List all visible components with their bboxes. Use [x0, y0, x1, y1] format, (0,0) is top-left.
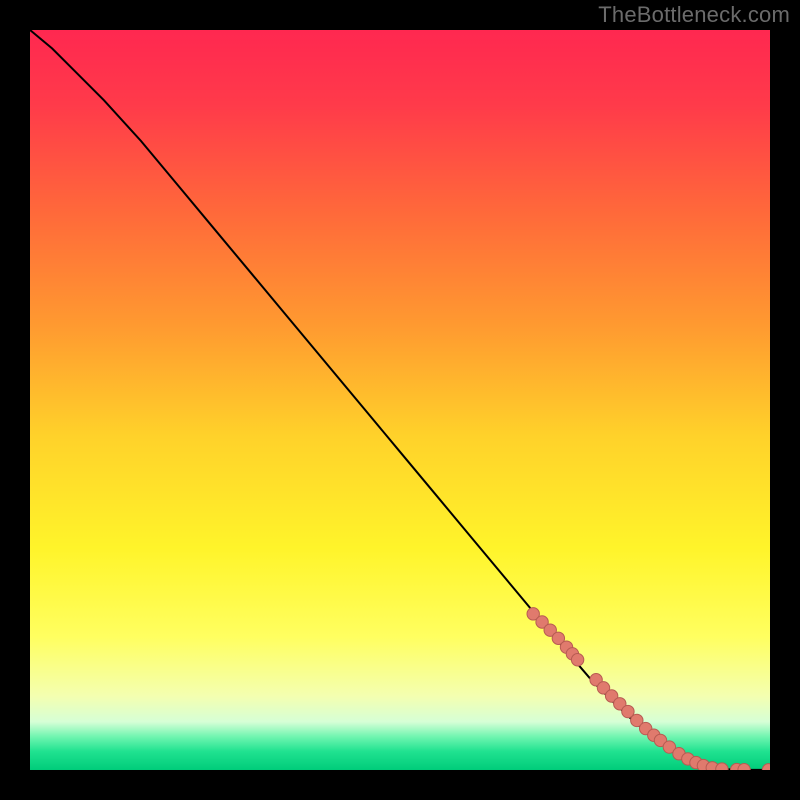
chart-frame: TheBottleneck.com	[0, 0, 800, 800]
plot-area	[30, 30, 770, 770]
data-point	[571, 654, 583, 666]
attribution-label: TheBottleneck.com	[598, 2, 790, 28]
chart-svg	[30, 30, 770, 770]
